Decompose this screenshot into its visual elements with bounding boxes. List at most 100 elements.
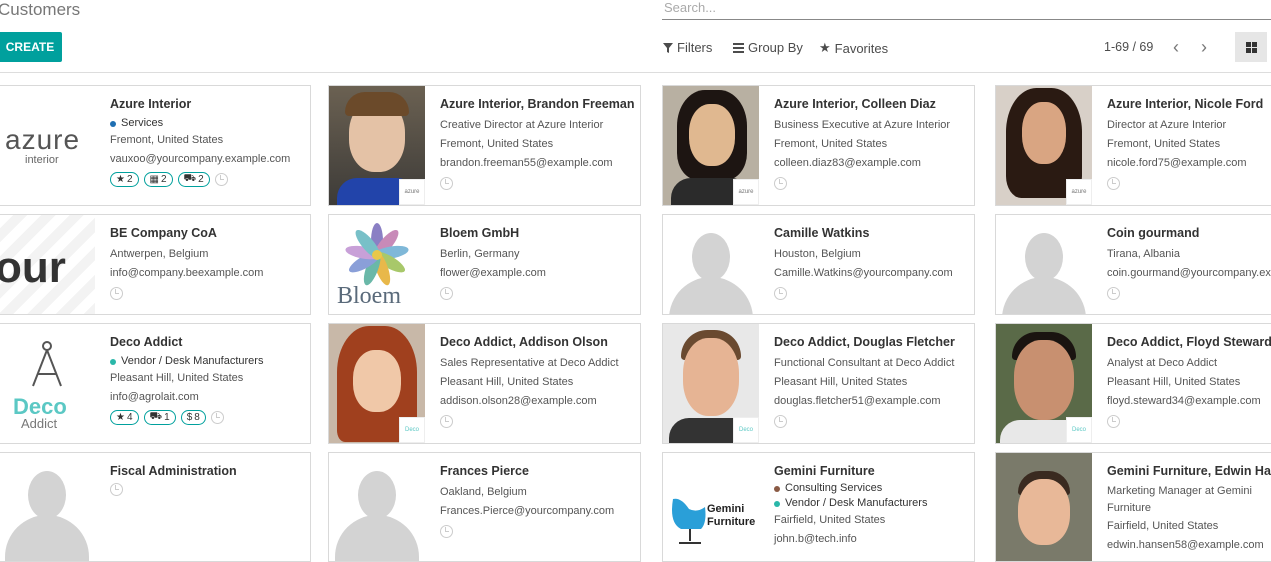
customer-card[interactable]: azure interior Azure Interior Services F… [0, 85, 311, 206]
activity-clock-icon[interactable] [440, 287, 453, 300]
card-name: Frances Pierce [440, 464, 529, 478]
card-email: flower@example.com [440, 267, 546, 279]
card-name: Azure Interior, Nicole Ford [1107, 97, 1264, 111]
card-address: Fremont, United States [440, 138, 554, 150]
customer-card[interactable]: Coin gourmand Tirana, Albania coin.gourm… [995, 214, 1271, 315]
tag-dot [774, 485, 780, 492]
card-address: Pleasant Hill, United States [1107, 376, 1241, 388]
activity-clock-icon[interactable] [1107, 287, 1120, 300]
badge-count: 1 [164, 412, 170, 423]
card-name: Deco Addict, Addison Olson [440, 335, 608, 349]
dollar-icon: $ [186, 412, 193, 423]
search-input[interactable]: Search... [662, 0, 1271, 20]
sales-badge[interactable]: ⛟ 1 [143, 410, 176, 425]
tag-dot [774, 500, 780, 507]
activity-clock-icon[interactable] [440, 415, 453, 428]
logo-text: Gemini [707, 503, 745, 515]
sales-badge[interactable]: ⛟ 2 [177, 172, 210, 187]
card-address: Fairfield, United States [1107, 520, 1219, 532]
star-icon: ★ [819, 40, 831, 55]
customer-card[interactable]: Bloem Bloem GmbH Berlin, Germany flower@… [328, 214, 641, 315]
activity-clock-icon[interactable] [774, 177, 787, 190]
bars-icon [733, 42, 744, 53]
activity-clock-icon[interactable] [440, 177, 453, 190]
star-icon: ★ [116, 174, 125, 185]
card-email: coin.gourmand@yourcompany.example.com [1107, 267, 1271, 279]
card-name: Azure Interior [110, 97, 192, 111]
customer-card[interactable]: Camille Watkins Houston, Belgium Camille… [662, 214, 975, 315]
card-name: Coin gourmand [1107, 226, 1200, 240]
card-address: Pleasant Hill, United States [440, 376, 574, 388]
company-mini-logo: Deco [1066, 417, 1092, 443]
company-logo: Deco Addict [0, 324, 95, 443]
customer-card[interactable]: our BE Company CoA Antwerpen, Belgium in… [0, 214, 311, 315]
customer-card[interactable]: Deco Deco Addict, Douglas Fletcher Funct… [662, 323, 975, 444]
rating-badge[interactable]: ★ 4 [110, 410, 139, 425]
card-email: john.b@tech.info [774, 533, 857, 545]
cart-icon: ⛟ [183, 173, 197, 184]
category-tag: Vendor / Desk Manufacturers [774, 496, 972, 511]
filters-button[interactable]: Filters [663, 40, 712, 55]
customer-card[interactable]: Gemini Furniture, Edwin Hansen Marketing… [995, 452, 1271, 562]
activity-clock-icon[interactable] [214, 173, 228, 186]
create-button[interactable]: CREATE [0, 32, 62, 62]
card-email: colleen.diaz83@example.com [774, 157, 921, 169]
badge-count: 2 [198, 174, 204, 185]
meetings-badge[interactable]: ▦ 2 [143, 172, 173, 187]
groupby-button[interactable]: Group By [733, 40, 803, 55]
activity-clock-icon[interactable] [1107, 415, 1120, 428]
chevron-right-icon: › [1201, 36, 1207, 57]
page-title: Customers [0, 0, 81, 19]
badge-count: 2 [160, 174, 167, 185]
activity-clock-icon[interactable] [774, 415, 787, 428]
customer-card[interactable]: azure Azure Interior, Nicole Ford Direct… [995, 85, 1271, 206]
activity-clock-icon[interactable] [110, 287, 123, 300]
activity-clock-icon[interactable] [110, 483, 123, 496]
card-address: Fremont, United States [1107, 138, 1221, 150]
next-page-button[interactable]: › [1196, 36, 1212, 57]
customer-card[interactable]: azure Azure Interior, Colleen Diaz Busin… [662, 85, 975, 206]
invoiced-badge[interactable]: $8 [180, 410, 206, 425]
card-address: Pleasant Hill, United States [774, 376, 908, 388]
customer-card[interactable]: Gemini Furniture Gemini Furniture Consul… [662, 452, 975, 562]
prev-page-button[interactable]: ‹ [1168, 37, 1184, 57]
kanban-view-button[interactable] [1235, 32, 1267, 62]
badge-count: 2 [126, 174, 133, 185]
card-name: Gemini Furniture [774, 464, 875, 478]
card-address: Fairfield, United States [774, 514, 886, 526]
card-name: Bloem GmbH [440, 226, 520, 240]
card-email: brandon.freeman55@example.com [440, 157, 613, 169]
customer-card[interactable]: Deco Deco Addict, Addison Olson Sales Re… [328, 323, 641, 444]
contact-photo: Deco [663, 324, 759, 443]
avatar-placeholder [0, 453, 95, 561]
activity-clock-icon[interactable] [440, 525, 453, 538]
rating-badge[interactable]: ★ 2 [110, 172, 139, 187]
pager-value[interactable]: 1-69 / 69 [1104, 40, 1153, 54]
groupby-label: Group By [748, 40, 803, 55]
company-logo: Gemini Furniture [663, 453, 759, 561]
customer-card[interactable]: Deco Deco Addict, Floyd Steward Analyst … [995, 323, 1271, 444]
logo-subtext: interior [25, 154, 59, 166]
card-name: Deco Addict, Douglas Fletcher [774, 335, 955, 349]
customer-card[interactable]: Fiscal Administration [0, 452, 311, 562]
customer-card[interactable]: Frances Pierce Oakland, Belgium Frances.… [328, 452, 641, 562]
customer-card[interactable]: azure Azure Interior, Brandon Freeman Cr… [328, 85, 641, 206]
company-mini-logo: azure [1066, 179, 1092, 205]
company-logo: Bloem [329, 215, 425, 314]
favorites-label: Favorites [834, 40, 889, 56]
activity-clock-icon[interactable] [1107, 177, 1120, 190]
logo-text: our [0, 243, 66, 292]
customer-card[interactable]: Deco Addict Deco Addict Vendor / Desk Ma… [0, 323, 311, 444]
favorites-button[interactable]: ★ Favorites [819, 40, 888, 56]
tag-label: Vendor / Desk Manufacturers [785, 497, 928, 509]
activity-clock-icon[interactable] [210, 411, 224, 424]
card-address: Antwerpen, Belgium [110, 248, 209, 260]
card-email: floyd.steward34@example.com [1107, 395, 1261, 407]
card-address: Pleasant Hill, United States [110, 372, 244, 384]
logo-text: Bloem [337, 283, 401, 309]
activity-clock-icon[interactable] [774, 287, 787, 300]
contact-photo: azure [996, 86, 1092, 205]
category-tag: Services [110, 116, 308, 131]
tag-label: Consulting Services [785, 482, 883, 494]
card-email: edwin.hansen58@example.com [1107, 539, 1264, 551]
